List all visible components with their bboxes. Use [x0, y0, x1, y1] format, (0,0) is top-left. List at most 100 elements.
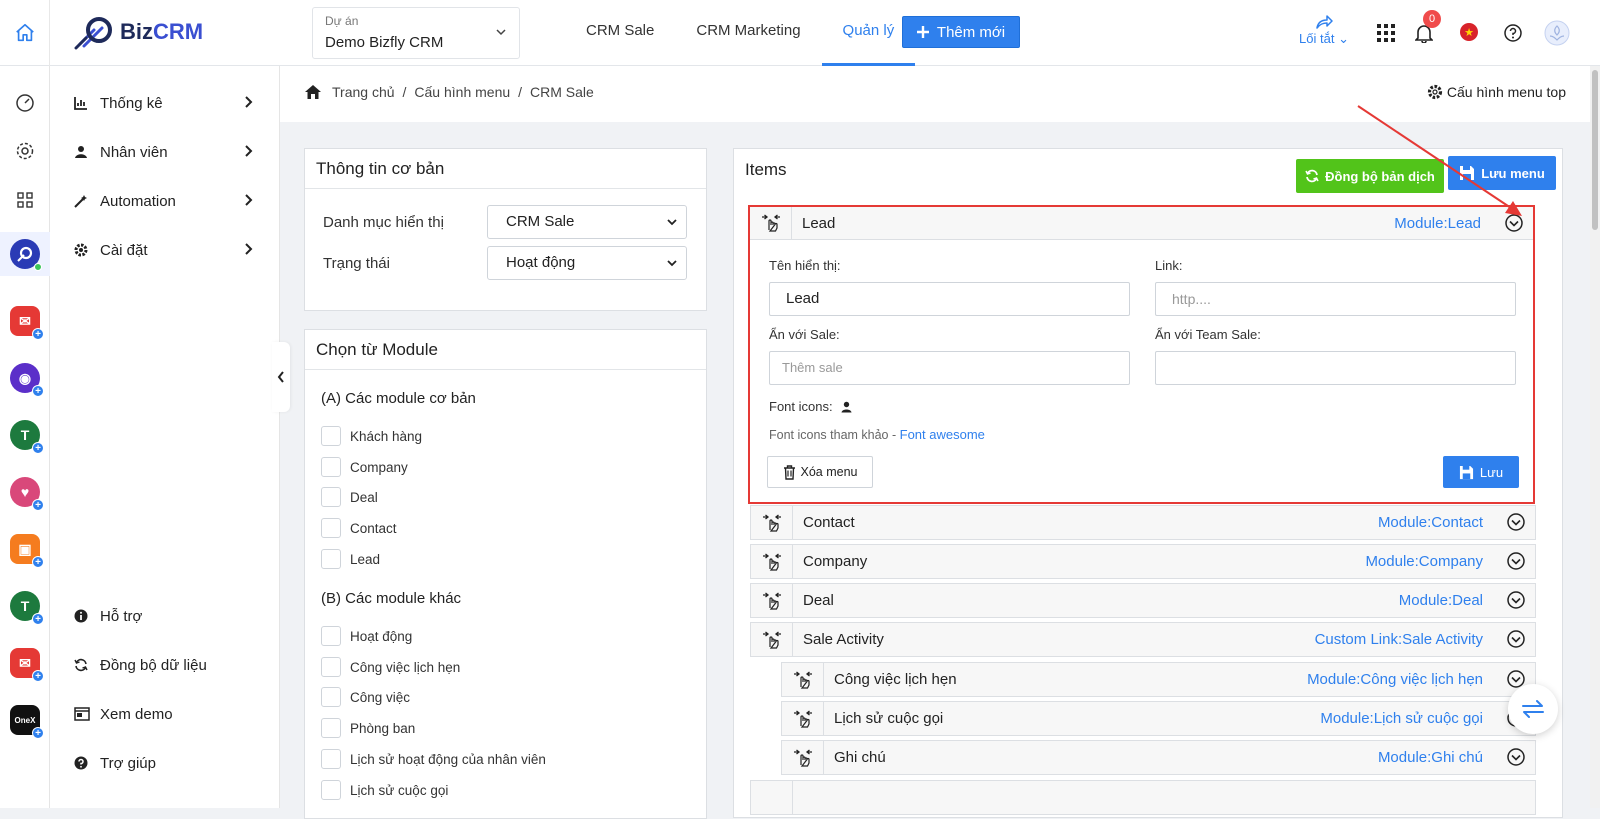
tasks2-app-icon[interactable]: T +: [10, 591, 44, 625]
language-flag-icon[interactable]: ★: [1460, 23, 1478, 41]
font-awesome-link[interactable]: Font awesome: [900, 427, 985, 442]
shortcut-menu[interactable]: Lối tắt ⌄: [1296, 14, 1352, 47]
mail2-app-icon[interactable]: ✉ +: [10, 648, 44, 682]
drag-handle[interactable]: [751, 545, 793, 578]
menu-item-module[interactable]: Module:Lead: [1394, 215, 1481, 232]
drag-handle[interactable]: [751, 623, 793, 656]
project-select[interactable]: Dự án Demo Bizfly CRM: [312, 7, 520, 59]
hide-sale-input[interactable]: Thêm sale: [769, 351, 1130, 385]
checkbox[interactable]: [321, 687, 341, 707]
settings-icon[interactable]: [10, 136, 40, 166]
page-scrollbar[interactable]: [1590, 66, 1600, 808]
scrollbar-thumb[interactable]: [1592, 70, 1598, 230]
menu-item-module[interactable]: Custom Link:Sale Activity: [1315, 631, 1483, 648]
module-checkbox-phong-ban[interactable]: Phòng ban: [321, 718, 415, 738]
nav-crm-marketing[interactable]: CRM Marketing: [675, 0, 821, 66]
home-icon[interactable]: [304, 84, 322, 100]
mail-app-icon[interactable]: ✉ +: [10, 306, 44, 340]
apps-grid-icon[interactable]: [10, 185, 40, 215]
sidebar-item-tro-giup[interactable]: Trợ giúp: [74, 751, 254, 775]
floating-switch-button[interactable]: [1508, 684, 1558, 734]
sidebar-collapse-button[interactable]: [272, 342, 290, 412]
bizcrm-logo[interactable]: BizCRM: [74, 14, 203, 50]
save-menu-button[interactable]: Lưu menu: [1448, 156, 1556, 190]
checkbox[interactable]: [321, 426, 341, 446]
module-checkbox-company[interactable]: Company: [321, 457, 408, 477]
expand-toggle-icon[interactable]: [1507, 552, 1525, 570]
menu-item-row[interactable]: Company Module:Company: [750, 544, 1536, 579]
menu-item-row-partial[interactable]: [750, 780, 1536, 815]
menu-item-row[interactable]: Sale Activity Custom Link:Sale Activity: [750, 622, 1536, 657]
delete-menu-button[interactable]: Xóa menu: [767, 456, 873, 488]
module-checkbox-hoat-dong[interactable]: Hoạt động: [321, 626, 412, 646]
menu-item-header[interactable]: Lead Module:Lead: [750, 207, 1533, 240]
home-button[interactable]: [0, 0, 50, 66]
sidebar-item-dong-bo[interactable]: Đồng bộ dữ liệu: [74, 653, 254, 677]
drag-handle[interactable]: [751, 506, 793, 539]
user-avatar[interactable]: [1544, 20, 1570, 46]
sidebar-item-nhan-vien[interactable]: Nhân viên: [74, 140, 254, 164]
sync-translation-button[interactable]: Đồng bộ bản dịch: [1296, 159, 1444, 193]
add-new-button[interactable]: Thêm mới: [902, 16, 1020, 48]
drag-handle[interactable]: [750, 207, 792, 239]
menu-item-row[interactable]: Contact Module:Contact: [750, 505, 1536, 540]
help-button[interactable]: [1500, 20, 1526, 46]
module-checkbox-khach-hang[interactable]: Khách hàng: [321, 426, 422, 446]
checkbox[interactable]: [321, 718, 341, 738]
menu-item-module[interactable]: Module:Contact: [1378, 514, 1483, 531]
menu-item-module[interactable]: Module:Công việc lịch hẹn: [1307, 671, 1483, 688]
menu-child-item-row[interactable]: Lịch sử cuộc gọi Module:Lịch sử cuộc gọi: [781, 701, 1536, 736]
expand-toggle-icon[interactable]: [1507, 748, 1525, 766]
bizcrm-app-icon[interactable]: [10, 239, 42, 271]
module-checkbox-deal[interactable]: Deal: [321, 487, 378, 507]
drag-handle[interactable]: [782, 702, 824, 735]
config-top-menu-link[interactable]: Cấu hình menu top: [1427, 84, 1566, 100]
module-checkbox-contact[interactable]: Contact: [321, 518, 397, 538]
menu-child-item-row[interactable]: Ghi chú Module:Ghi chú: [781, 740, 1536, 775]
module-checkbox-lead[interactable]: Lead: [321, 549, 380, 569]
drag-handle[interactable]: [782, 741, 824, 774]
link-input[interactable]: http....: [1155, 282, 1516, 316]
expand-toggle-icon[interactable]: [1507, 591, 1525, 609]
menu-item-module[interactable]: Module:Ghi chú: [1378, 749, 1483, 766]
menu-item-row[interactable]: Deal Module:Deal: [750, 583, 1536, 618]
checkbox[interactable]: [321, 487, 341, 507]
dashboard-icon[interactable]: [10, 88, 40, 118]
menu-item-module[interactable]: Module:Company: [1365, 553, 1483, 570]
drag-handle[interactable]: [751, 781, 793, 814]
hide-team-sale-input[interactable]: [1155, 351, 1516, 385]
status-select[interactable]: Hoạt động: [487, 246, 687, 280]
sidebar-item-automation[interactable]: Automation: [74, 189, 254, 213]
module-checkbox-lich-su-cuoc-goi[interactable]: Lịch sử cuộc gọi: [321, 780, 448, 800]
module-checkbox-lich-su-hoat-dong[interactable]: Lịch sử hoạt động của nhân viên: [321, 749, 546, 769]
menu-item-module[interactable]: Module:Lịch sử cuộc gọi: [1320, 710, 1483, 727]
menu-child-item-row[interactable]: Công việc lịch hẹn Module:Công việc lịch…: [781, 662, 1536, 697]
sidebar-item-cai-dat[interactable]: Cài đặt: [74, 238, 254, 262]
breadcrumb-menu-config[interactable]: Cấu hình menu: [414, 84, 510, 100]
expand-toggle-icon[interactable]: [1507, 630, 1525, 648]
checkbox[interactable]: [321, 749, 341, 769]
sidebar-item-ho-tro[interactable]: Hỗ trợ: [74, 604, 254, 628]
checkbox[interactable]: [321, 549, 341, 569]
drag-handle[interactable]: [782, 663, 824, 696]
checkbox[interactable]: [321, 626, 341, 646]
sidebar-item-xem-demo[interactable]: Xem demo: [74, 702, 254, 726]
nav-crm-sale[interactable]: CRM Sale: [565, 0, 675, 66]
module-checkbox-cong-viec-lich-hen[interactable]: Công việc lịch hẹn: [321, 657, 460, 677]
chat-app-icon[interactable]: ◉ +: [10, 363, 44, 397]
shop-app-icon[interactable]: ▣ +: [10, 534, 44, 568]
menu-item-module[interactable]: Module:Deal: [1399, 592, 1483, 609]
category-select[interactable]: CRM Sale: [487, 205, 687, 239]
drag-handle[interactable]: [751, 584, 793, 617]
sidebar-item-thong-ke[interactable]: Thống kê: [74, 91, 254, 115]
module-checkbox-cong-viec[interactable]: Công việc: [321, 687, 410, 707]
checkbox[interactable]: [321, 518, 341, 538]
checkbox[interactable]: [321, 457, 341, 477]
breadcrumb-home[interactable]: Trang chủ: [332, 84, 395, 100]
checkbox[interactable]: [321, 780, 341, 800]
expand-toggle-icon[interactable]: [1507, 513, 1525, 531]
apps-menu-button[interactable]: [1373, 20, 1399, 46]
save-item-button[interactable]: Lưu: [1443, 456, 1519, 488]
collapse-toggle-icon[interactable]: [1505, 214, 1523, 232]
heart-app-icon[interactable]: ♥ +: [10, 477, 44, 511]
